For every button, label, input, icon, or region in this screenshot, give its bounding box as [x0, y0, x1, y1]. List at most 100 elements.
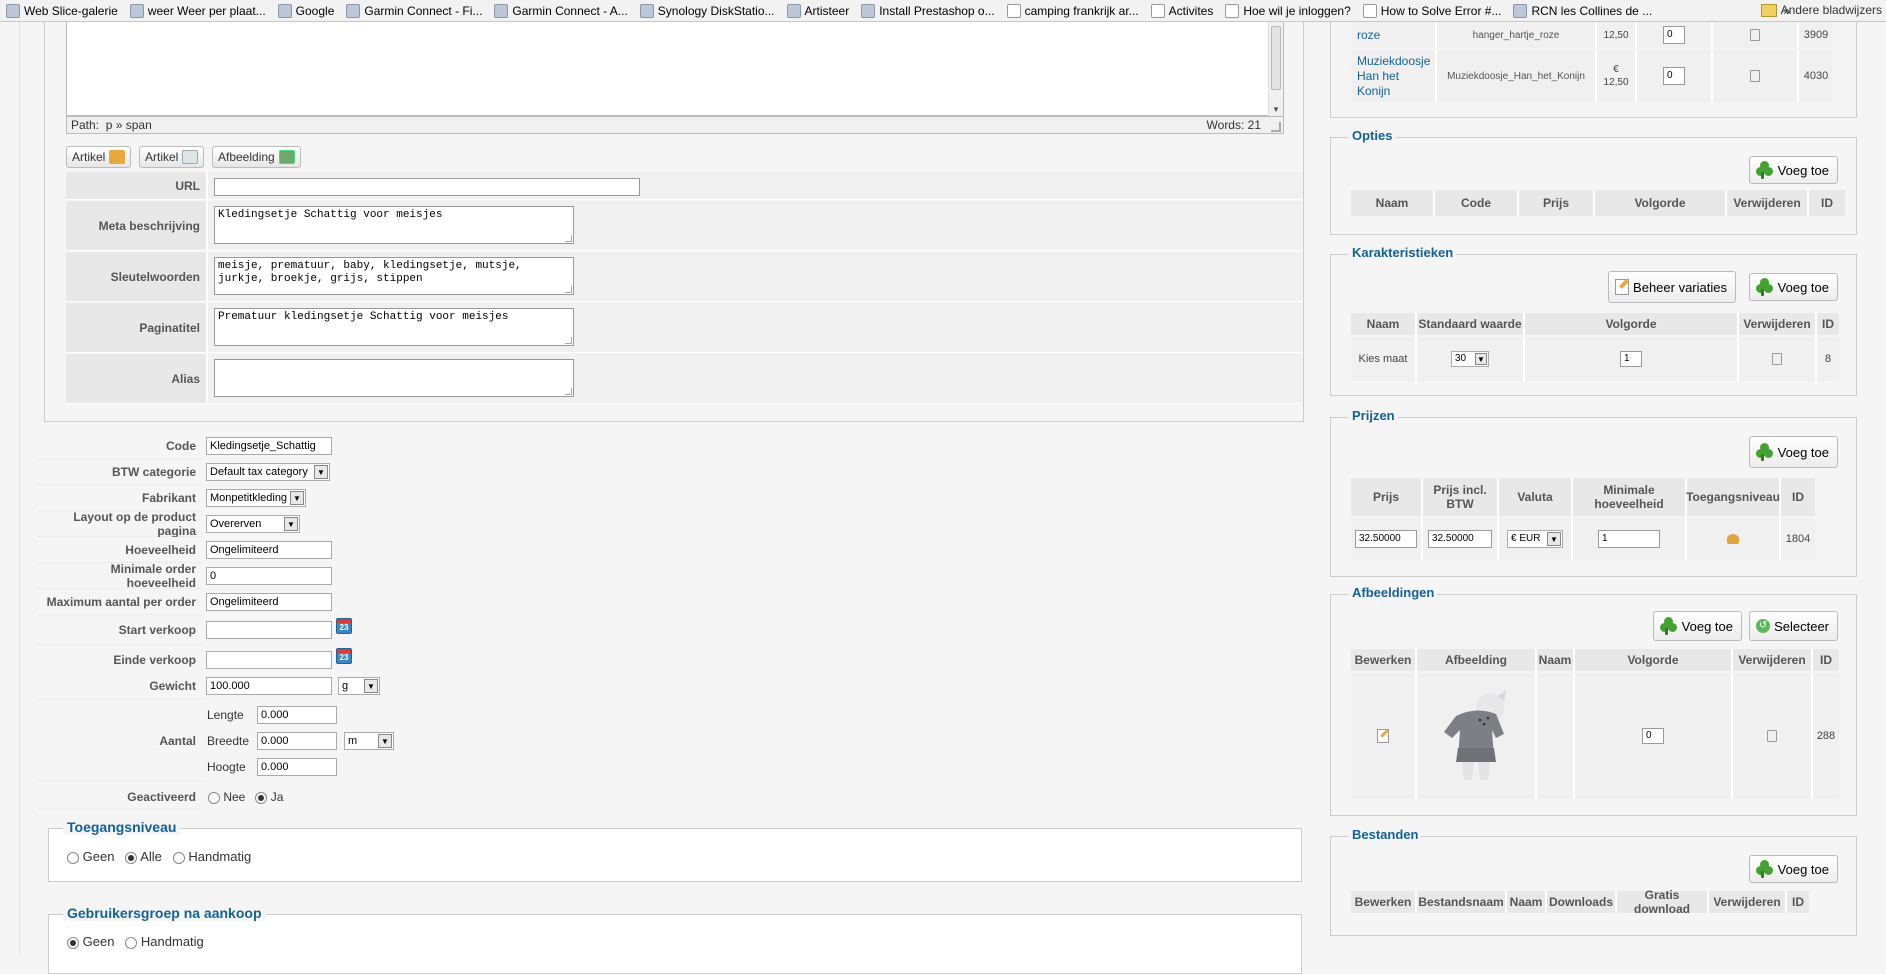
bookmark-item[interactable]: Google [277, 3, 334, 18]
bookmark-item[interactable]: RCN les Collines de ... [1513, 3, 1652, 18]
trash-icon[interactable] [1772, 353, 1782, 365]
rich-text-editor[interactable]: ▼ [66, 22, 1284, 116]
bookmark-item[interactable]: camping frankrijk ar... [1006, 3, 1139, 18]
add-image-button[interactable]: Voeg toe [1652, 611, 1742, 641]
radio-handmatig[interactable] [172, 851, 185, 864]
geen-label: Geen [82, 934, 115, 949]
bookmark-item[interactable]: Install Prestashop o... [861, 3, 995, 18]
radio-nee[interactable] [208, 791, 220, 804]
edit-icon[interactable] [1377, 729, 1389, 743]
kar-order-input[interactable]: 1 [1620, 351, 1642, 367]
calendar-icon[interactable]: 23 [336, 648, 352, 664]
bookmark-item[interactable]: Hoe wil je inloggen? [1225, 3, 1351, 18]
calendar-icon[interactable]: 23 [336, 618, 352, 634]
trash-icon[interactable] [1767, 730, 1777, 742]
chevron-down-icon[interactable]: ▼ [290, 491, 304, 505]
related-price-cell: €12,50 [1597, 50, 1637, 102]
insert-article-button[interactable]: Artikel [66, 146, 132, 168]
other-bookmarks[interactable]: Andere bladwijzers [1760, 3, 1882, 17]
radio-alle[interactable] [125, 851, 138, 864]
min-qty-input[interactable]: 1 [1598, 530, 1660, 548]
select-arrow-icon: ↺ [1756, 619, 1771, 633]
dimension-unit-select[interactable]: m ▼ [344, 732, 394, 750]
radio-geen[interactable] [67, 851, 79, 864]
hoeveelheid-input[interactable]: Ongelimiteerd [206, 541, 332, 559]
bookmark-item[interactable]: weer Weer per plaat... [129, 3, 266, 18]
bookmark-item[interactable]: Garmin Connect - A... [494, 3, 628, 18]
code-input[interactable]: Kledingsetje_Schattig [206, 437, 332, 455]
hoeveelheid-row: Hoeveelheid Ongelimiteerd [38, 537, 1308, 563]
price-incl-input[interactable]: 32.50000 [1428, 530, 1492, 548]
manage-variations-button[interactable]: Beheer variaties [1608, 271, 1736, 303]
add-option-button[interactable]: Voeg toe [1748, 156, 1838, 184]
textarea-resize-icon[interactable] [565, 235, 572, 242]
price-input[interactable]: 32.50000 [1355, 530, 1417, 548]
image-order-input[interactable]: 0 [1642, 728, 1664, 744]
chevron-down-icon[interactable]: ▼ [314, 465, 328, 479]
users-icon[interactable] [1727, 534, 1739, 544]
bookmark-label: Garmin Connect - Fi... [364, 3, 483, 18]
path-value[interactable]: p » span [106, 118, 152, 132]
related-order-input[interactable]: 0 [1663, 67, 1685, 85]
currency-select[interactable]: € EUR ▼ [1507, 530, 1563, 548]
radio-handmatig[interactable] [125, 936, 138, 949]
resize-grip-icon[interactable] [1271, 122, 1281, 132]
related-row: Muziekdoosje Han het Konijn Muziekdoosje… [1351, 50, 1833, 102]
bookmark-item[interactable]: Synology DiskStatio... [639, 3, 775, 18]
radio-geen[interactable] [67, 936, 79, 949]
chevron-down-icon[interactable]: ▼ [1475, 353, 1487, 365]
alias-textarea[interactable] [214, 359, 574, 397]
add-price-button[interactable]: Voeg toe [1748, 436, 1838, 468]
related-name[interactable]: Muziekdoosje Han het Konijn [1351, 50, 1437, 102]
bookmark-item[interactable]: Web Slice-galerie [6, 3, 118, 18]
related-name[interactable]: roze [1351, 22, 1437, 48]
keywords-textarea[interactable]: meisje, prematuur, baby, kledingsetje, m… [214, 257, 574, 295]
add-label: Voeg toe [1681, 618, 1733, 634]
select-image-button[interactable]: ↺ Selecteer [1749, 611, 1838, 641]
chevron-down-icon[interactable]: ▼ [1547, 532, 1561, 546]
textarea-resize-icon[interactable] [565, 286, 572, 293]
product-thumbnail[interactable] [1426, 688, 1526, 784]
bookmark-item[interactable]: Artisteer [786, 3, 849, 18]
chevron-down-icon[interactable]: ▼ [378, 734, 392, 748]
add-file-button[interactable]: Voeg toe [1748, 855, 1838, 883]
insert-pagebreak-button[interactable]: Artikel [139, 146, 205, 168]
bookmark-item[interactable]: Activites [1150, 3, 1213, 18]
start-date-input[interactable] [206, 621, 332, 639]
radio-ja[interactable] [255, 791, 268, 804]
textarea-resize-icon[interactable] [565, 388, 572, 395]
weight-unit-select[interactable]: g ▼ [338, 677, 380, 695]
max-order-input[interactable]: Ongelimiteerd [206, 593, 332, 611]
folder-icon [1760, 3, 1777, 17]
end-date-input[interactable] [206, 651, 332, 669]
trash-icon[interactable] [1750, 29, 1760, 41]
max-order-cell: Ongelimiteerd [202, 589, 1308, 615]
fabrikant-select[interactable]: Monpetitkleding ▼ [206, 489, 306, 507]
page-title-textarea[interactable]: Prematuur kledingsetje Schattig voor mei… [214, 308, 574, 346]
weight-input[interactable]: 100.000 [206, 677, 332, 695]
scroll-thumb[interactable] [1271, 26, 1281, 90]
scroll-down-arrow-icon[interactable]: ▼ [1272, 105, 1280, 114]
trash-icon[interactable] [1750, 70, 1760, 82]
url-input[interactable] [214, 178, 640, 196]
textarea-resize-icon[interactable] [565, 337, 572, 344]
btw-select[interactable]: Default tax category ▼ [206, 463, 330, 481]
related-order-input[interactable]: 0 [1663, 26, 1685, 44]
meta-desc-textarea[interactable]: Kledingsetje Schattig voor meisjes [214, 206, 574, 244]
weight-unit-value: g [342, 680, 349, 692]
min-order-input[interactable]: 0 [206, 567, 332, 585]
chevron-down-icon[interactable]: ▼ [284, 517, 298, 531]
add-characteristic-button[interactable]: Voeg toe [1748, 273, 1838, 301]
bookmark-item[interactable]: How to Solve Error #... [1362, 3, 1501, 18]
meta-desc-row: Meta beschrijving Kledingsetje Schattig … [66, 201, 1302, 251]
width-input[interactable]: 0.000 [257, 732, 337, 750]
editor-scrollbar[interactable]: ▼ [1268, 22, 1283, 116]
layout-select[interactable]: Overerven ▼ [206, 515, 300, 533]
height-input[interactable]: 0.000 [257, 758, 337, 776]
insert-image-button[interactable]: Afbeelding [212, 146, 301, 168]
col-prijs: Prijs [1519, 190, 1595, 216]
bookmark-item[interactable]: Garmin Connect - Fi... [346, 3, 483, 18]
chevron-down-icon[interactable]: ▼ [364, 679, 378, 693]
std-value-select[interactable]: 30 ▼ [1451, 351, 1489, 367]
length-input[interactable]: 0.000 [257, 706, 337, 724]
